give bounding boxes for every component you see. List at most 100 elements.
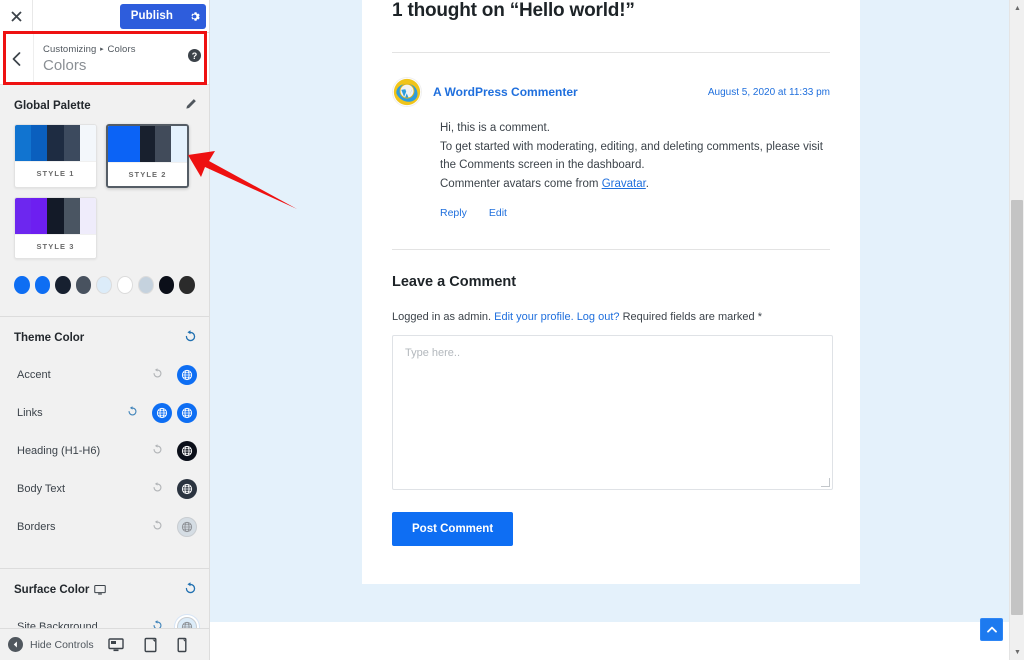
palette-dot-4[interactable] <box>75 276 92 294</box>
reset-icon[interactable] <box>127 406 138 420</box>
back-chevron-icon[interactable] <box>0 32 34 85</box>
reset-icon[interactable] <box>152 482 163 496</box>
palette-dot-5[interactable] <box>96 276 113 294</box>
palette-style-card[interactable]: STYLE 2 <box>106 124 189 188</box>
color-picker-globe-icon[interactable] <box>177 479 197 499</box>
palette-dot-2[interactable] <box>34 276 51 294</box>
scroll-to-top-button[interactable] <box>980 618 1003 641</box>
customizer-topbar: Publish <box>0 0 209 33</box>
comment-form-title: Leave a Comment <box>392 274 517 290</box>
comment-item: A WordPress Commenter August 5, 2020 at … <box>392 53 830 219</box>
post-comment-button[interactable]: Post Comment <box>392 512 514 546</box>
wordpress-mystery-avatar <box>392 77 422 107</box>
sidebar-scroll-area: Global Palette STYLE 1 STYLE 2 STYLE 3 The… <box>0 85 209 628</box>
comment-header: A WordPress Commenter August 5, 2020 at … <box>392 77 830 107</box>
surface-reset-icon[interactable] <box>184 582 197 598</box>
resize-grip-icon[interactable] <box>821 478 830 487</box>
scrollbar-down-arrow-icon[interactable]: ▼ <box>1010 644 1024 660</box>
logged-in-prefix: Logged in as admin. <box>392 311 495 323</box>
theme-color-row: Accent <box>0 356 209 394</box>
color-picker-globe-icon[interactable] <box>177 403 197 423</box>
palette-dot-6[interactable] <box>117 276 133 294</box>
desktop-icon[interactable] <box>108 637 124 653</box>
logout-link[interactable]: Log out? <box>577 311 620 323</box>
logged-in-notice: Logged in as admin. Edit your profile. L… <box>392 290 830 323</box>
comment-line: Hi, this is a comment. <box>440 122 550 134</box>
palette-dot-row <box>0 259 209 294</box>
palette-style-swatches <box>15 125 96 161</box>
hide-controls-label: Hide Controls <box>30 638 94 651</box>
mobile-icon[interactable] <box>177 637 187 653</box>
color-picker-globe-icon[interactable] <box>177 441 197 461</box>
theme-color-header: Theme Color <box>0 317 209 356</box>
reset-icon[interactable] <box>152 368 163 382</box>
palette-dot-3[interactable] <box>55 276 71 294</box>
palette-style-card[interactable]: STYLE 1 <box>14 124 97 188</box>
theme-color-title: Theme Color <box>14 332 85 344</box>
surface-color-title: Surface Color <box>14 584 90 596</box>
scrollbar-thumb[interactable] <box>1011 200 1023 615</box>
breadcrumb: Customizing ▸ Colors <box>43 44 209 55</box>
reply-link[interactable]: Reply <box>440 207 467 219</box>
comments-title: 1 thought on “Hello world!” <box>392 0 635 21</box>
surface-color-label: Site Background <box>17 621 98 628</box>
palette-dot-7[interactable] <box>138 276 154 294</box>
surface-color-header: Surface Color <box>0 569 209 608</box>
theme-color-label: Body Text <box>17 483 66 495</box>
page-title: Colors <box>43 56 87 74</box>
palette-style-swatches <box>108 126 187 162</box>
global-palette-header: Global Palette <box>0 85 209 124</box>
theme-color-row: Heading (H1-H6) <box>0 432 209 470</box>
color-picker-globe-icon[interactable] <box>152 403 172 423</box>
comment-author[interactable]: A WordPress Commenter <box>433 85 578 99</box>
reset-icon[interactable] <box>152 620 163 628</box>
theme-color-label: Borders <box>17 521 56 533</box>
edit-profile-link[interactable]: Edit your profile. <box>494 311 573 323</box>
palette-style-swatch <box>31 198 48 234</box>
preview-scrollbar[interactable]: ▲ ▼ <box>1009 0 1024 660</box>
reset-icon[interactable] <box>152 444 163 458</box>
comment-line: the Comments screen in the dashboard. <box>440 159 645 171</box>
close-icon[interactable] <box>0 0 33 33</box>
palette-style-grid: STYLE 1 STYLE 2 STYLE 3 <box>0 124 209 259</box>
pencil-icon[interactable] <box>184 98 197 114</box>
theme-color-row: Borders <box>0 508 209 546</box>
scrollbar-up-arrow-icon[interactable]: ▲ <box>1010 0 1024 16</box>
collapse-icon <box>8 637 23 652</box>
comment-textarea[interactable]: Type here.. <box>392 335 833 490</box>
help-icon[interactable]: ? <box>188 49 201 62</box>
tablet-icon[interactable] <box>144 637 157 653</box>
palette-style-swatches <box>15 198 96 234</box>
edit-link[interactable]: Edit <box>489 207 507 219</box>
comment-form: Leave a Comment Logged in as admin. Edit… <box>392 250 833 546</box>
palette-style-card[interactable]: STYLE 3 <box>14 197 97 259</box>
palette-dot-1[interactable] <box>14 276 30 294</box>
comment-line-gravatar: Commenter avatars come from Gravatar. <box>440 175 830 194</box>
customizer-app: Publish Customizing ▸ Colors Colors ? Gl… <box>0 0 1024 660</box>
reset-icon[interactable] <box>152 520 163 534</box>
palette-dot-9[interactable] <box>179 276 195 294</box>
theme-color-label: Links <box>17 407 43 419</box>
panel-header-text: Customizing ▸ Colors Colors <box>34 44 209 74</box>
palette-style-swatch <box>47 198 64 234</box>
publish-button[interactable]: Publish <box>119 3 206 29</box>
comment-body: Hi, this is a comment. To get started wi… <box>392 107 830 193</box>
color-picker-globe-icon[interactable] <box>177 517 197 537</box>
palette-style-swatch <box>31 125 48 161</box>
comment-actions: Reply Edit <box>392 193 830 219</box>
publish-button-label: Publish <box>130 10 173 22</box>
palette-style-swatch <box>63 125 80 161</box>
palette-style-swatch <box>63 198 80 234</box>
palette-dot-8[interactable] <box>158 276 175 294</box>
reset-icon[interactable] <box>184 330 197 346</box>
comment-date[interactable]: August 5, 2020 at 11:33 pm <box>708 87 830 98</box>
palette-style-label: STYLE 2 <box>108 162 187 186</box>
comment-line: To get started with moderating, editing,… <box>440 140 823 153</box>
gravatar-link[interactable]: Gravatar <box>602 178 646 190</box>
palette-style-swatch <box>47 125 64 161</box>
gear-icon[interactable] <box>182 4 206 29</box>
hide-controls-button[interactable]: Hide Controls <box>8 637 94 652</box>
color-picker-globe-icon[interactable] <box>177 365 197 385</box>
palette-style-swatch <box>79 198 96 234</box>
color-picker-globe-icon[interactable] <box>177 617 197 628</box>
